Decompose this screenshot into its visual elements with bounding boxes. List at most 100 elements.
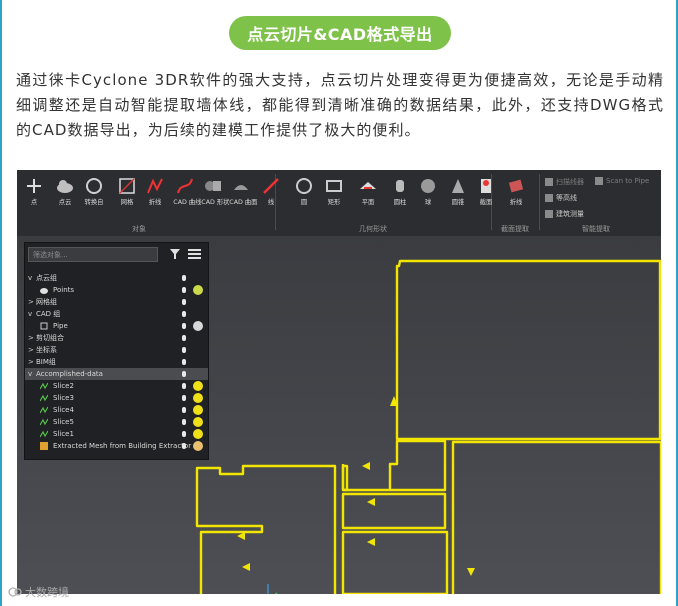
ribbon-tool-section[interactable]: 截面 [473, 176, 499, 206]
tree-row[interactable]: v 点云组 [25, 272, 208, 284]
color-swatch-icon[interactable] [193, 381, 203, 391]
color-swatch-icon[interactable] [193, 393, 203, 403]
ribbon-tool-cone[interactable]: 圆锥 [445, 176, 471, 206]
ribbon-tool-cad-shape[interactable]: CAD 形状 [200, 176, 230, 206]
watermark-text: 大数跨境 [25, 586, 69, 599]
visibility-bulb-icon[interactable] [182, 383, 186, 389]
expand-right-icon[interactable]: > [28, 344, 34, 356]
ribbon-tool-cad-surface[interactable]: CAD 曲面 [228, 176, 258, 206]
color-swatch-icon[interactable] [193, 441, 203, 451]
line-icon [263, 178, 279, 194]
filter-icon[interactable] [169, 248, 181, 260]
tree-row[interactable]: Slice5 [25, 416, 208, 428]
visibility-bulb-icon[interactable] [182, 359, 186, 365]
color-swatch-icon[interactable] [193, 285, 203, 295]
ribbon-tool-label: 点云 [58, 198, 72, 206]
scanline-tool[interactable]: 扫描线器 [545, 177, 584, 187]
plane-icon [360, 182, 376, 189]
ribbon-tool-mesh[interactable]: 网格 [114, 176, 140, 206]
ribbon-tool-cad-curve[interactable]: CAD 曲线 [172, 176, 202, 206]
visibility-bulb-icon[interactable] [182, 287, 186, 293]
building-survey-tool[interactable]: 建筑测量 [545, 209, 584, 219]
tree-row[interactable]: Slice1 [25, 428, 208, 440]
expand-down-icon[interactable]: v [28, 368, 32, 380]
tree-row[interactable]: v CAD 组 [25, 308, 208, 320]
visibility-bulb-icon[interactable] [182, 347, 186, 353]
visibility-bulb-icon[interactable] [182, 299, 186, 305]
ribbon-tool-label: 圆锥 [451, 198, 465, 206]
tree-row-label: Accomplished-data [36, 370, 103, 378]
left-border-rail [0, 0, 2, 606]
tree-row[interactable]: > 网格组 [25, 296, 208, 308]
tree-row[interactable]: > 坐标系 [25, 344, 208, 356]
slice-icon [40, 382, 48, 390]
visibility-bulb-icon[interactable] [182, 407, 186, 413]
axis-gizmo-icon [267, 584, 278, 594]
cad-shape-icon [205, 181, 221, 191]
color-swatch-icon[interactable] [193, 417, 203, 427]
3d-viewport[interactable]: 筛选对象... v 点云组 Points > 网格组 v CAD 组 Pipe > 剪切组合 > 坐标… [17, 236, 661, 594]
visibility-bulb-icon[interactable] [182, 431, 186, 437]
tree-row[interactable]: v Accomplished-data [25, 368, 208, 380]
convert-icon [86, 178, 102, 194]
expand-right-icon[interactable]: > [28, 332, 34, 344]
ribbon-tool-cloud[interactable]: 点云 [52, 176, 78, 206]
tree-row[interactable]: Points [25, 284, 208, 296]
visibility-bulb-icon[interactable] [182, 311, 186, 317]
ribbon-tool-polyline-extract[interactable]: 折线 [503, 176, 529, 206]
slice-outline-right-room [451, 440, 661, 594]
color-swatch-icon[interactable] [193, 321, 203, 331]
direction-arrow [367, 538, 375, 546]
ribbon-tool-label: CAD 曲线 [173, 198, 202, 206]
ribbon-tool-circle[interactable]: 圆 [291, 176, 317, 206]
ribbon-tool-rectangle[interactable]: 矩形 [321, 176, 347, 206]
tree-row[interactable]: > 剪切组合 [25, 332, 208, 344]
visibility-bulb-icon[interactable] [182, 371, 186, 377]
scan-to-pipe-tool[interactable]: Scan to Pipe [595, 177, 649, 185]
contour-tool[interactable]: 等高线 [545, 193, 577, 203]
software-screenshot: 对象 几何形状 截面提取 智能提取 扫描线器 Scan to Pipe 等高线 … [17, 170, 661, 594]
ribbon-tool-cylinder[interactable]: 圆柱 [387, 176, 413, 206]
tree-row-label: 剪切组合 [36, 334, 64, 342]
visibility-bulb-icon[interactable] [182, 275, 186, 281]
ribbon-tool-label: 点 [30, 198, 38, 206]
tree-row-label: Slice4 [53, 406, 74, 414]
tree-row[interactable]: > BIM组 [25, 356, 208, 368]
ribbon-tool-convert[interactable]: 转换自 [81, 176, 107, 206]
ribbon-tool-sphere[interactable]: 球 [415, 176, 441, 206]
tree-row[interactable]: Slice2 [25, 380, 208, 392]
ribbon-tool-point[interactable]: 点 [21, 176, 47, 206]
tree-row[interactable]: Slice3 [25, 392, 208, 404]
filter-objects-input[interactable]: 筛选对象... [28, 247, 158, 262]
menu-icon[interactable] [188, 248, 201, 260]
expand-down-icon[interactable]: v [28, 272, 32, 284]
ribbon-tool-label: CAD 形状 [201, 198, 230, 206]
expand-right-icon[interactable]: > [28, 296, 34, 308]
ribbon-tool-plane[interactable]: 平面 [355, 176, 381, 206]
visibility-bulb-icon[interactable] [182, 443, 186, 449]
cad-curve-icon [177, 178, 193, 194]
visibility-bulb-icon[interactable] [182, 335, 186, 341]
tree-row[interactable]: Extracted Mesh from Building Extractor [25, 440, 208, 452]
slice-outline-center-room [341, 439, 447, 492]
tree-row-label: Slice5 [53, 418, 74, 426]
color-swatch-icon[interactable] [193, 405, 203, 415]
color-swatch-icon[interactable] [193, 429, 203, 439]
ribbon-tool-label: 球 [424, 198, 432, 206]
visibility-bulb-icon[interactable] [182, 419, 186, 425]
visibility-bulb-icon[interactable] [182, 323, 186, 329]
ribbon-tool-line[interactable]: 线 [258, 176, 284, 206]
object-tree-panel: 筛选对象... v 点云组 Points > 网格组 v CAD 组 Pipe > 剪切组合 > 坐标… [24, 242, 209, 460]
ribbon-tool-label: 线 [267, 198, 275, 206]
tree-row[interactable]: Pipe [25, 320, 208, 332]
mesh-icon [119, 178, 135, 194]
rectangle-icon [326, 180, 342, 192]
tree-row[interactable]: Slice4 [25, 404, 208, 416]
expand-right-icon[interactable]: > [28, 356, 34, 368]
ribbon-tool-label: CAD 曲面 [229, 198, 258, 206]
visibility-bulb-icon[interactable] [182, 395, 186, 401]
ribbon-tool-polyline[interactable]: 折线 [142, 176, 168, 206]
expand-down-icon[interactable]: v [28, 308, 32, 320]
mesh-icon [40, 442, 48, 450]
ribbon-tool-label: 平面 [361, 198, 375, 206]
